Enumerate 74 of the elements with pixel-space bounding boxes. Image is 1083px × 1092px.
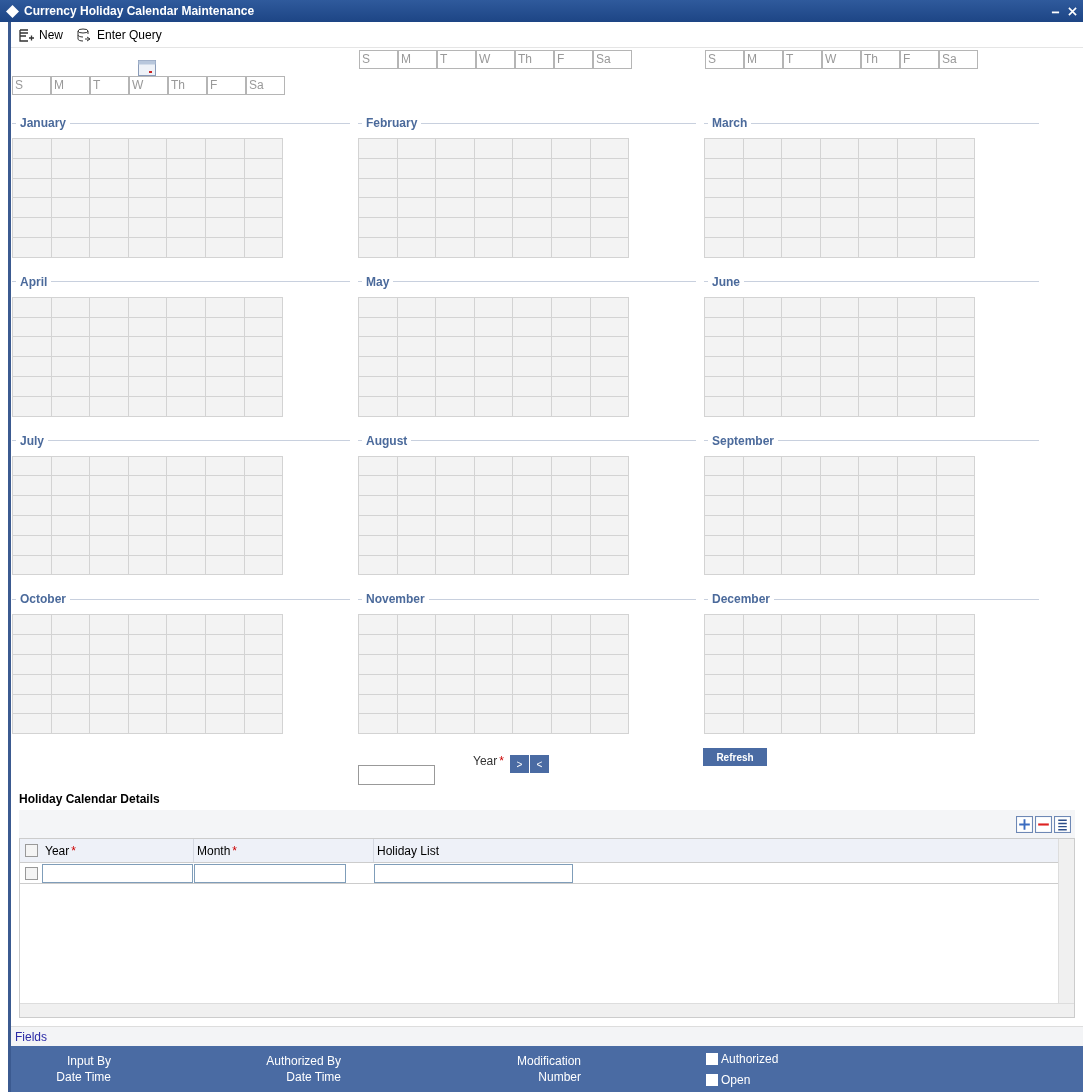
checkbox[interactable] [706, 1073, 718, 1086]
year-input[interactable] [358, 765, 435, 786]
day-header: M [51, 76, 90, 95]
column-header: Holiday List [376, 842, 441, 860]
month-label: October [20, 591, 66, 609]
month-label: March [712, 115, 748, 132]
audit-label: Modification [516, 1053, 581, 1069]
column-header: Year * [42, 839, 194, 863]
audit-label: Number [538, 1069, 581, 1085]
day-header: F [900, 50, 939, 69]
month-label: January [20, 115, 67, 132]
month-label: May [366, 273, 390, 291]
day-header: M [744, 50, 783, 69]
horizontal-scrollbar[interactable] [20, 1003, 1074, 1018]
fields-link[interactable]: Fields [15, 1027, 47, 1046]
month-label: July [20, 432, 44, 450]
refresh-button[interactable]: Refresh [703, 748, 767, 767]
required-mark: * [499, 754, 504, 769]
day-header: Th [168, 76, 207, 95]
day-header: Th [515, 50, 554, 69]
remove-icon[interactable] [1035, 815, 1052, 833]
calendar-picker-icon[interactable] [138, 60, 156, 76]
day-header: F [207, 76, 246, 95]
close-icon[interactable] [1068, 6, 1077, 16]
year-label: Year * [473, 753, 504, 771]
month-label: June [712, 273, 740, 291]
checkbox-label: Open [721, 1071, 751, 1089]
new-document-icon [19, 27, 35, 42]
required-mark: * [71, 842, 76, 860]
day-header: T [783, 50, 822, 69]
vertical-scrollbar[interactable] [1058, 839, 1074, 1004]
holiday-list-input[interactable] [374, 863, 573, 883]
month-label: August [366, 432, 408, 450]
day-header: T [90, 76, 129, 95]
checkbox[interactable] [24, 844, 38, 858]
day-header: S [359, 50, 398, 69]
audit-label: Date Time [286, 1069, 341, 1085]
day-header: T [437, 50, 476, 69]
month-cell-input[interactable] [194, 863, 346, 883]
column-header: Month * [194, 839, 374, 863]
checkbox-label: Authorized [721, 1050, 779, 1068]
required-mark: * [232, 842, 238, 860]
next-year-button[interactable]: > [509, 755, 529, 774]
day-header: M [398, 50, 437, 69]
month-label: February [366, 115, 418, 132]
diamond-icon [6, 4, 19, 18]
day-header: W [822, 50, 861, 69]
day-header: Sa [593, 50, 632, 69]
year-cell-input[interactable] [42, 863, 193, 883]
day-header: S [12, 76, 51, 95]
window-title: Currency Holiday Calendar Maintenance [24, 3, 255, 20]
day-header: S [705, 50, 744, 69]
checkbox[interactable] [24, 866, 38, 880]
day-header: F [554, 50, 593, 69]
previous-year-button[interactable]: < [529, 755, 549, 774]
day-header: W [476, 50, 515, 69]
month-label: November [366, 591, 425, 609]
section-title: Holiday Calendar Details [19, 791, 161, 809]
audit-label: Input By [66, 1053, 111, 1069]
new-button[interactable]: New [19, 25, 63, 44]
add-icon[interactable] [1016, 815, 1033, 833]
checkbox[interactable] [706, 1052, 718, 1065]
day-header: Sa [939, 50, 978, 69]
database-icon [77, 27, 93, 42]
day-header: W [129, 76, 168, 95]
month-label: September [712, 432, 775, 450]
month-label: April [20, 273, 48, 291]
audit-label: Date Time [56, 1069, 111, 1085]
month-label: December [712, 591, 771, 609]
enter-query-button[interactable]: Enter Query [77, 25, 162, 44]
list-icon[interactable] [1054, 815, 1071, 833]
day-header: Sa [246, 76, 285, 95]
audit-label: Authorized By [266, 1053, 341, 1069]
day-header: Th [861, 50, 900, 69]
